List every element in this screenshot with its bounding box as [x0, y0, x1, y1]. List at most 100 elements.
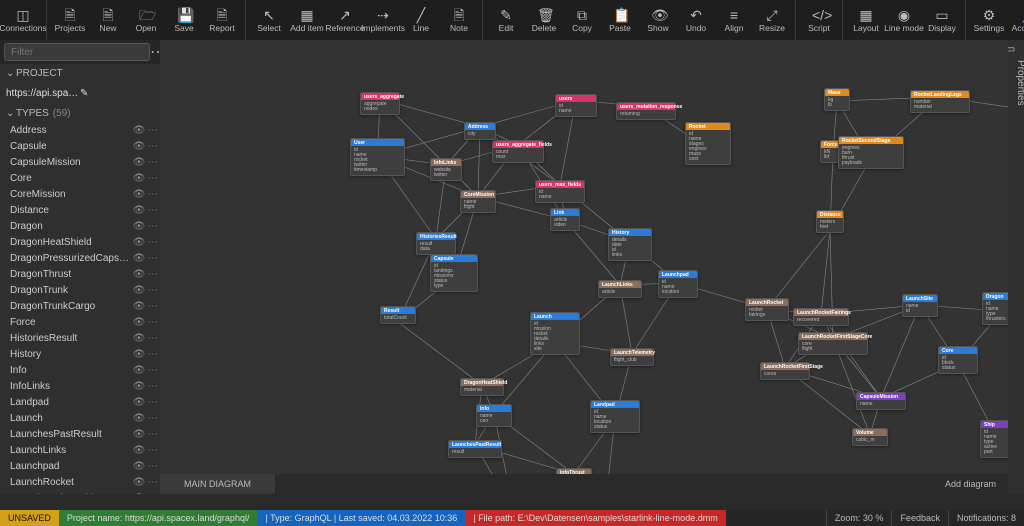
type-item[interactable]: DragonHeatShield👁⋯ [0, 234, 160, 250]
visibility-icon[interactable]: 👁 [132, 221, 146, 232]
script-button[interactable]: </>Script [802, 0, 836, 40]
node-LaunchSite[interactable]: LaunchSitenameid [902, 294, 938, 317]
node-Volume[interactable]: Volumecubic_m [852, 428, 888, 446]
type-item[interactable]: Force👁⋯ [0, 314, 160, 330]
node-Info[interactable]: Infonameceo [476, 404, 512, 427]
visibility-icon[interactable]: 👁 [132, 493, 146, 495]
visibility-icon[interactable]: 👁 [132, 125, 146, 136]
type-item[interactable]: Address👁⋯ [0, 122, 160, 138]
type-more-icon[interactable]: ⋯ [146, 461, 160, 472]
node-Mass[interactable]: Masskglb [824, 88, 850, 111]
type-item[interactable]: History👁⋯ [0, 346, 160, 362]
display-button[interactable]: ▭Display [925, 0, 959, 40]
type-item[interactable]: DragonTrunkCargo👁⋯ [0, 298, 160, 314]
node-Distance[interactable]: Distancemetersfeet [816, 210, 844, 233]
type-more-icon[interactable]: ⋯ [146, 381, 160, 392]
node-CoreMission[interactable]: CoreMissionnameflight [460, 190, 496, 213]
copy-button[interactable]: ⧉Copy [565, 0, 599, 40]
node-Capsule[interactable]: Capsuleidlandingsmissionsstatustype [430, 254, 478, 292]
visibility-icon[interactable]: 👁 [132, 237, 146, 248]
diagram-canvas[interactable]: users_aggregateaggregatenodesusersidname… [160, 40, 1008, 494]
type-item[interactable]: LaunchesPastResult👁⋯ [0, 426, 160, 442]
node-LaunchRocketFirstStage[interactable]: LaunchRocketFirstStagecores [760, 362, 810, 380]
node-Landpad[interactable]: Landpadidnamelocationstatus [590, 400, 640, 433]
type-item[interactable]: DragonThrust👁⋯ [0, 266, 160, 282]
visibility-icon[interactable]: 👁 [132, 397, 146, 408]
type-item[interactable]: InfoLinks👁⋯ [0, 378, 160, 394]
visibility-icon[interactable]: 👁 [132, 173, 146, 184]
node-History[interactable]: Historydetailsdateidlinks [608, 228, 652, 261]
node-CapsuleMission[interactable]: CapsuleMissionname [856, 392, 906, 410]
type-more-icon[interactable]: ⋯ [146, 253, 160, 264]
edit-button[interactable]: ✎Edit [489, 0, 523, 40]
save-button[interactable]: 💾Save [167, 0, 201, 40]
node-User[interactable]: Useridnamerockettwittertimestamp [350, 138, 405, 176]
node-LaunchRocketFirstStageCore[interactable]: LaunchRocketFirstStageCorecoreflight [798, 332, 868, 355]
visibility-icon[interactable]: 👁 [132, 429, 146, 440]
type-more-icon[interactable]: ⋯ [146, 141, 160, 152]
type-more-icon[interactable]: ⋯ [146, 221, 160, 232]
node-Rocket[interactable]: Rocketidnamestagesenginesmasscost [685, 122, 731, 165]
type-more-icon[interactable]: ⋯ [146, 477, 160, 488]
visibility-icon[interactable]: 👁 [132, 333, 146, 344]
note-button[interactable]: 🗎Note [442, 0, 476, 40]
node-LaunchRocketFairings[interactable]: LaunchRocketFairingsrecovered [793, 308, 849, 326]
node-Link[interactable]: Linkarticlevideo [550, 208, 580, 231]
status-zoom[interactable]: Zoom: 30 % [826, 510, 892, 526]
visibility-icon[interactable]: 👁 [132, 317, 146, 328]
project-section-header[interactable]: ⌄ PROJECT [0, 64, 160, 82]
node-DragonHeatShield[interactable]: DragonHeatShieldmaterial [460, 378, 504, 396]
visibility-icon[interactable]: 👁 [132, 253, 146, 264]
type-more-icon[interactable]: ⋯ [146, 237, 160, 248]
node-RocketSecondStage[interactable]: RocketSecondStageenginesburnthrustpayloa… [838, 136, 904, 169]
node-Dragon[interactable]: Dragonidnametypethrusters [982, 292, 1008, 325]
visibility-icon[interactable]: 👁 [132, 141, 146, 152]
node-Result[interactable]: ResulttotalCount [380, 306, 416, 324]
type-more-icon[interactable]: ⋯ [146, 189, 160, 200]
type-more-icon[interactable]: ⋯ [146, 349, 160, 360]
node-HistoriesResult[interactable]: HistoriesResultresultdata [416, 232, 456, 255]
node-Launchpad[interactable]: Launchpadidnamelocation [658, 270, 698, 298]
type-item[interactable]: HistoriesResult👁⋯ [0, 330, 160, 346]
visibility-icon[interactable]: 👁 [132, 413, 146, 424]
visibility-icon[interactable]: 👁 [132, 365, 146, 376]
type-more-icon[interactable]: ⋯ [146, 205, 160, 216]
type-more-icon[interactable]: ⋯ [146, 173, 160, 184]
type-more-icon[interactable]: ⋯ [146, 269, 160, 280]
paste-button[interactable]: 📋Paste [603, 0, 637, 40]
type-item[interactable]: LaunchLinks👁⋯ [0, 442, 160, 458]
additem-button[interactable]: ▦Add item [290, 0, 324, 40]
type-more-icon[interactable]: ⋯ [146, 285, 160, 296]
properties-panel-tab[interactable]: ▭ Properties [1008, 40, 1024, 494]
type-item[interactable]: DragonPressurizedCapsule👁⋯ [0, 250, 160, 266]
filter-input[interactable] [4, 43, 150, 61]
status-notifications[interactable]: Notifications: 8 [948, 510, 1024, 526]
type-item[interactable]: Distance👁⋯ [0, 202, 160, 218]
type-item[interactable]: Landpad👁⋯ [0, 394, 160, 410]
node-InfoLinks[interactable]: InfoLinkswebsitetwitter [430, 158, 462, 181]
diagram-tab-main[interactable]: MAIN DIAGRAM [160, 474, 275, 494]
visibility-icon[interactable]: 👁 [132, 285, 146, 296]
type-more-icon[interactable]: ⋯ [146, 445, 160, 456]
visibility-icon[interactable]: 👁 [132, 205, 146, 216]
type-item[interactable]: LaunchRocket👁⋯ [0, 474, 160, 490]
types-section-header[interactable]: ⌄ TYPES (59) [0, 104, 160, 122]
select-button[interactable]: ↖Select [252, 0, 286, 40]
node-LaunchLinks[interactable]: LaunchLinksarticle [598, 280, 642, 298]
type-more-icon[interactable]: ⋯ [146, 301, 160, 312]
visibility-icon[interactable]: 👁 [132, 301, 146, 312]
undo-button[interactable]: ↶Undo [679, 0, 713, 40]
node-users_aggregate[interactable]: users_aggregateaggregatenodes [360, 92, 400, 115]
type-more-icon[interactable]: ⋯ [146, 333, 160, 344]
account-button[interactable]: 👤Account [1010, 0, 1024, 40]
edit-project-icon[interactable]: ✎ [80, 88, 154, 99]
node-Launch[interactable]: Launchidmissionrocketdetailslinkssite [530, 312, 580, 355]
align-button[interactable]: ≡Align [717, 0, 751, 40]
node-LaunchRocket[interactable]: LaunchRocketrocketfairings [745, 298, 789, 321]
type-more-icon[interactable]: ⋯ [146, 125, 160, 136]
status-feedback[interactable]: Feedback [891, 510, 948, 526]
projects-button[interactable]: 🗎Projects [53, 0, 87, 40]
type-item[interactable]: Launchpad👁⋯ [0, 458, 160, 474]
type-item[interactable]: LaunchRocketFairings👁⋯ [0, 490, 160, 494]
visibility-icon[interactable]: 👁 [132, 157, 146, 168]
